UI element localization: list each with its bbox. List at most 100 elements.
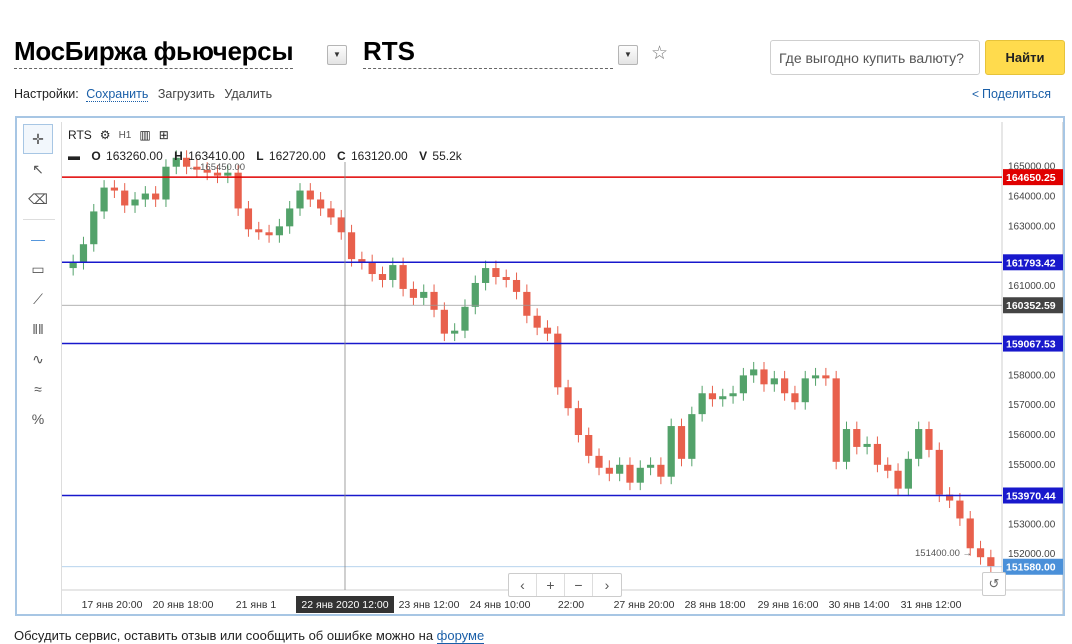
crosshair-tool-icon[interactable]: ✛: [23, 124, 53, 154]
candle-body: [894, 470, 902, 489]
candle-body: [481, 268, 490, 283]
time-tick-label: 28 янв 18:00: [685, 599, 746, 611]
time-tick-label: 20 янв 18:00: [153, 599, 214, 611]
candle-body: [554, 333, 562, 388]
bar-chart-type-icon[interactable]: ▥: [139, 128, 150, 142]
zoom-out-button[interactable]: −: [565, 574, 593, 596]
candle-body: [966, 518, 974, 549]
candle-body: [461, 306, 469, 331]
price-tick-label: 164000.00: [1008, 192, 1056, 203]
candle-body: [255, 229, 263, 233]
candle-body: [79, 244, 88, 263]
candle-body: [451, 330, 459, 334]
candle-body: [224, 172, 232, 176]
rectangle-tool-icon[interactable]: ▭: [23, 254, 53, 284]
candle-body: [244, 208, 253, 230]
legend-timeframe[interactable]: H1: [119, 130, 132, 141]
candle-body: [564, 387, 572, 409]
exchange-title[interactable]: МосБиржа фьючерсы: [14, 36, 294, 69]
candle-body: [152, 193, 160, 200]
candle-body: [574, 408, 583, 435]
delete-link[interactable]: Удалить: [224, 87, 272, 101]
candle-body: [296, 190, 304, 209]
candle-body: [100, 187, 108, 212]
wave-tool-icon[interactable]: ≈: [23, 374, 53, 404]
search-input[interactable]: [770, 40, 980, 75]
horizontal-line-tool-icon[interactable]: —: [23, 224, 53, 254]
caret-down-icon: ▼: [624, 50, 632, 59]
candle-body: [389, 265, 397, 280]
volume-label: V: [419, 149, 428, 163]
price-level-label: 153970.44: [1006, 490, 1056, 502]
star-outline-icon[interactable]: ☆: [651, 42, 668, 65]
reset-chart-button[interactable]: ↺: [982, 572, 1006, 596]
candle-body: [213, 172, 222, 176]
candle-body: [801, 378, 809, 403]
find-button[interactable]: Найти: [985, 40, 1065, 75]
eraser-tool-icon[interactable]: ⌫: [23, 184, 53, 214]
close-label: C: [336, 149, 346, 163]
load-link[interactable]: Загрузить: [158, 87, 215, 101]
save-link[interactable]: Сохранить: [86, 87, 149, 102]
time-tick-label: 22:00: [558, 599, 584, 611]
price-level-label: 160352.59: [1006, 300, 1056, 312]
candle-body: [420, 291, 428, 298]
candle-body: [275, 226, 283, 236]
candlestick-chart[interactable]: 152000.00153000.00154000.00155000.001560…: [62, 122, 1064, 614]
candle-body: [90, 211, 98, 245]
exchange-dropdown-button[interactable]: ▼: [327, 45, 347, 65]
vertical-lines-tool-icon[interactable]: ‖‖: [23, 314, 53, 344]
candle-body: [822, 375, 830, 379]
share-label: Поделиться: [982, 87, 1052, 101]
candle-body: [585, 434, 593, 456]
high-label: H: [174, 149, 183, 163]
candle-body: [956, 500, 964, 519]
legend-symbol: RTS: [68, 128, 92, 142]
candle-body: [884, 464, 892, 471]
time-tick-label: 23 янв 12:00: [399, 599, 460, 611]
path-tool-icon[interactable]: ∿: [23, 344, 53, 374]
collapse-legend-icon[interactable]: ▬: [68, 149, 80, 163]
price-tick-label: 152000.00: [1008, 549, 1056, 560]
compare-add-icon[interactable]: ⊞: [159, 128, 169, 142]
volume-value: 55.2k: [432, 149, 462, 163]
footer-text: Обсудить сервис, оставить отзыв или сооб…: [14, 628, 485, 644]
time-tick-label: 21 янв 1: [236, 599, 277, 611]
ticker-dropdown-button[interactable]: ▼: [618, 45, 638, 65]
ticker-title[interactable]: RTS: [363, 36, 613, 69]
share-link[interactable]: < Поделиться: [972, 87, 1051, 101]
candle-body: [378, 274, 387, 280]
high-value: 163410.00: [188, 149, 245, 163]
candle-body: [605, 467, 613, 474]
candle-body: [141, 193, 149, 200]
candle-body: [688, 414, 696, 459]
candle-body: [131, 199, 139, 206]
candle-body: [925, 429, 933, 450]
price-tick-label: 156000.00: [1008, 430, 1056, 441]
time-tick-label: 27 янв 20:00: [614, 599, 675, 611]
chart-plot-area[interactable]: 152000.00153000.00154000.00155000.001560…: [61, 122, 1064, 614]
candle-body: [626, 464, 634, 483]
scroll-left-button[interactable]: ‹: [509, 574, 537, 596]
zoom-in-button[interactable]: +: [537, 574, 565, 596]
price-level-label: 151580.00: [1006, 562, 1056, 574]
cursor-tool-icon[interactable]: ↖: [23, 154, 53, 184]
candle-body: [337, 217, 345, 233]
toolbar-separator: [23, 214, 55, 220]
open-label: O: [91, 149, 101, 163]
scroll-right-button[interactable]: ›: [593, 574, 621, 596]
forum-link[interactable]: форуме: [436, 628, 485, 644]
candle-body: [677, 426, 686, 459]
trend-line-tool-icon[interactable]: ⟋: [23, 284, 53, 314]
percent-tool-icon[interactable]: %: [23, 404, 53, 434]
settings-bar: Настройки: Сохранить Загрузить Удалить: [14, 87, 272, 102]
candle-body: [646, 464, 655, 468]
drawing-toolbar: ✛ ↖ ⌫ — ▭ ⟋ ‖‖ ∿ ≈%: [23, 124, 55, 434]
time-tick-label: 24 янв 10:00: [470, 599, 531, 611]
candle-body: [512, 279, 521, 292]
candle-body: [430, 291, 438, 310]
candle-body: [110, 187, 119, 191]
settings-gear-icon[interactable]: ⚙: [100, 128, 111, 142]
candle-body: [286, 208, 294, 227]
min-price-marker: 151400.00 →: [915, 548, 972, 559]
